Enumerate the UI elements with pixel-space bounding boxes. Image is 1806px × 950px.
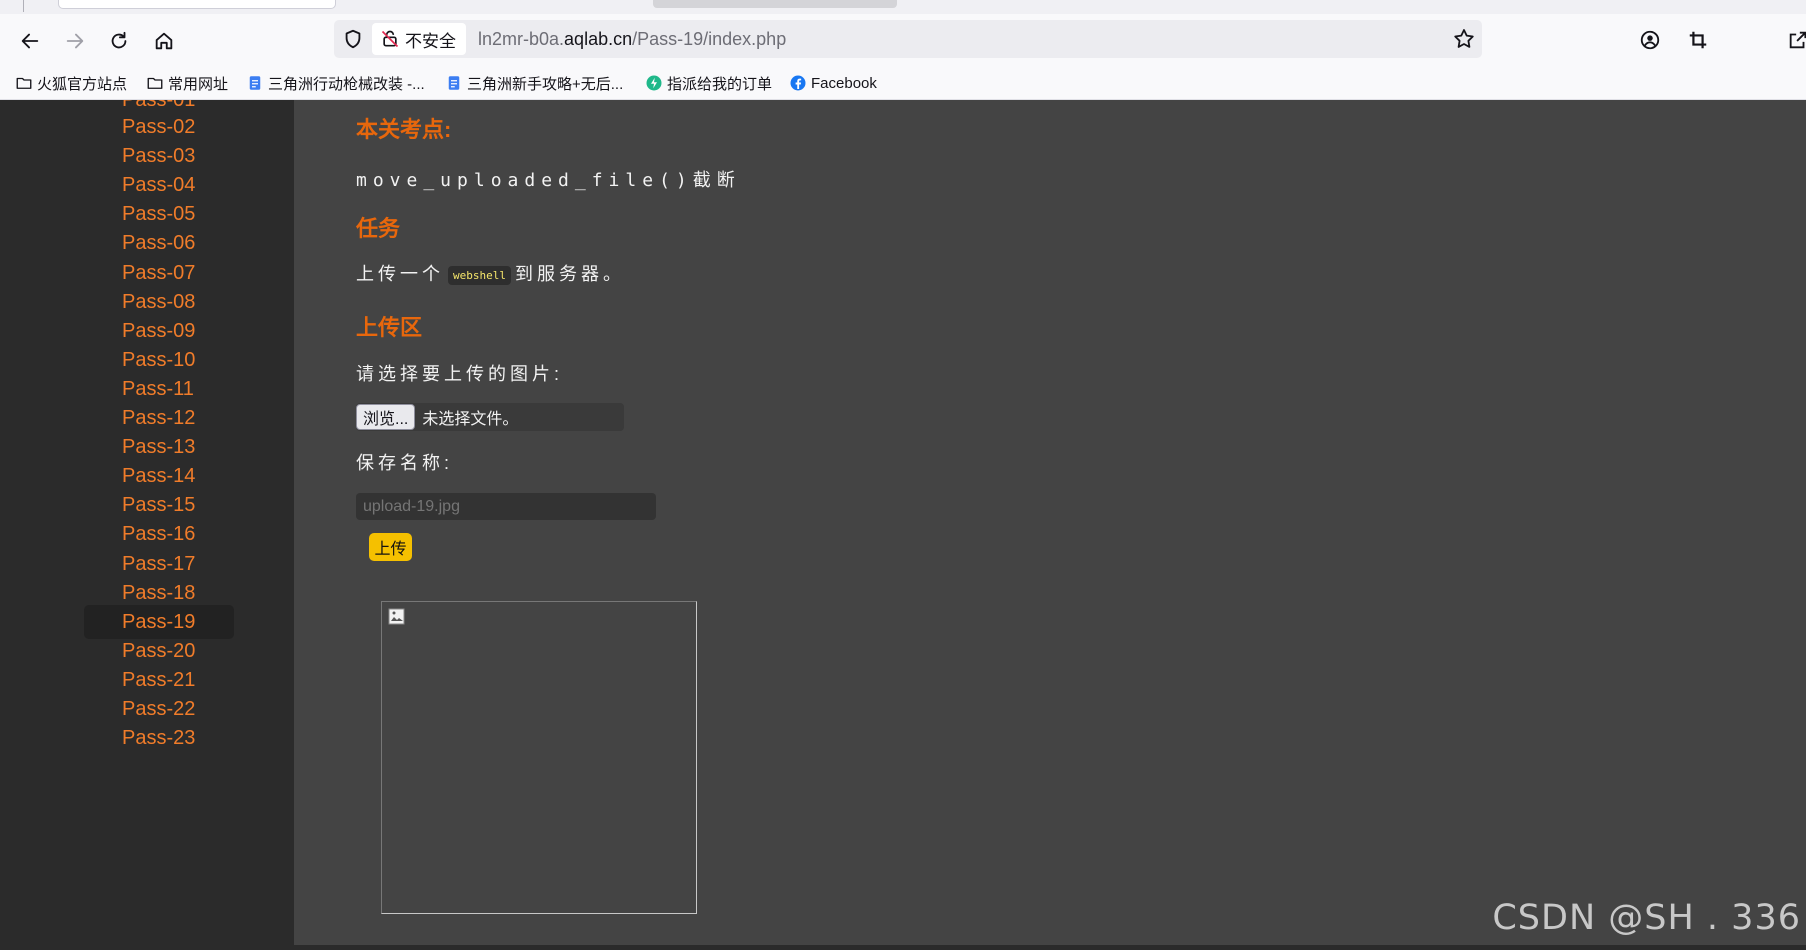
tab-separator — [23, 0, 24, 12]
bookmark-label: 三角洲新手攻略+无后... — [467, 75, 624, 93]
sidebar-item-pass-16[interactable]: Pass-16 — [84, 517, 234, 551]
doc-icon — [448, 76, 460, 90]
upload-heading: 上传区 — [356, 315, 423, 340]
bookmarks-toolbar: 火狐官方站点 常用网址 三角洲行动枪械改装 -... 三角洲新手攻略+无后...… — [0, 66, 1806, 100]
bookmark-delta-force-guide[interactable]: 三角洲新手攻略+无后... — [445, 73, 623, 93]
url-path: /Pass-19/index.php — [632, 29, 787, 49]
arrow-left-icon — [21, 33, 39, 49]
bookmark-assigned-orders[interactable]: 指派给我的订单 — [645, 73, 772, 93]
insecure-label: 不安全 — [405, 31, 456, 51]
url-text[interactable]: ln2mr-b0a.aqlab.cn/Pass-19/index.php — [478, 29, 786, 50]
sidebar-item-pass-06[interactable]: Pass-06 — [84, 226, 234, 260]
upload-button[interactable]: 上传 — [369, 533, 412, 561]
key-point-heading: 本关考点: — [356, 117, 452, 142]
bookmark-label: 指派给我的订单 — [667, 75, 773, 93]
back-button[interactable] — [15, 26, 45, 56]
bookmark-label: 火狐官方站点 — [37, 75, 128, 93]
account-icon — [1640, 30, 1660, 50]
share-button[interactable] — [1784, 26, 1806, 54]
active-tab[interactable] — [58, 0, 336, 9]
broken-image-icon — [388, 608, 405, 625]
task-text: 上传一个 webshell 到服务器。 — [356, 260, 625, 286]
crop-icon — [1689, 31, 1707, 49]
folder-icon — [16, 77, 32, 89]
extensions-button[interactable] — [1684, 26, 1712, 54]
bookmark-facebook[interactable]: Facebook — [789, 73, 877, 93]
arrow-right-icon — [66, 33, 84, 49]
save-name-label: 保存名称: — [356, 453, 454, 473]
select-image-prompt: 请选择要上传的图片: — [356, 364, 564, 384]
file-input[interactable]: 浏览... 未选择文件。 — [356, 403, 624, 431]
web-page: Pass-01 Pass-02Pass-03Pass-04Pass-05Pass… — [0, 100, 1806, 950]
bookmark-label: 常用网址 — [168, 75, 229, 93]
bookmark-label: Facebook — [811, 74, 877, 92]
sidebar-item-pass-23[interactable]: Pass-23 — [84, 721, 234, 755]
folder-icon — [147, 77, 163, 89]
facebook-icon — [790, 75, 806, 91]
webshell-code: webshell — [448, 265, 511, 285]
reload-button[interactable] — [104, 26, 134, 56]
navigation-bar: 不安全 ln2mr-b0a.aqlab.cn/Pass-19/index.php — [0, 14, 1806, 66]
csdn-watermark: CSDN @SH . 336 — [1492, 898, 1801, 938]
broken-lock-icon — [381, 30, 399, 48]
key-point-text: move_uploaded_file()截断 — [356, 170, 741, 191]
share-icon — [1789, 31, 1806, 49]
bookmark-folder-firefox[interactable]: 火狐官方站点 — [15, 73, 127, 93]
file-status: 未选择文件。 — [422, 411, 519, 428]
save-name-input[interactable] — [356, 493, 656, 520]
task-text-after: 到服务器。 — [514, 264, 625, 284]
browse-button[interactable]: 浏览... — [356, 404, 416, 430]
forward-button[interactable] — [60, 26, 90, 56]
reload-icon — [111, 31, 127, 49]
sidebar: Pass-01 Pass-02Pass-03Pass-04Pass-05Pass… — [0, 100, 294, 950]
url-host: aqlab.cn — [564, 29, 633, 49]
bookmark-star-icon[interactable] — [1452, 27, 1476, 51]
bookmark-label: 三角洲行动枪械改装 -... — [268, 75, 425, 93]
address-bar[interactable]: 不安全 ln2mr-b0a.aqlab.cn/Pass-19/index.php — [334, 20, 1482, 58]
task-text-before: 上传一个 — [356, 264, 444, 284]
doc-icon — [249, 76, 261, 90]
inactive-tab[interactable] — [653, 0, 897, 8]
home-icon — [155, 32, 173, 50]
url-subdomain: ln2mr-b0a. — [478, 29, 565, 49]
account-button[interactable] — [1636, 26, 1664, 54]
tab-strip — [0, 0, 1806, 14]
bookmark-delta-force-mods[interactable]: 三角洲行动枪械改装 -... — [246, 73, 425, 93]
bolt-icon — [646, 75, 662, 91]
shield-icon[interactable] — [342, 28, 364, 50]
task-heading: 任务 — [356, 216, 401, 241]
image-preview — [381, 601, 697, 914]
bookmark-folder-common[interactable]: 常用网址 — [146, 73, 228, 93]
insecure-connection-indicator[interactable]: 不安全 — [372, 23, 466, 55]
main-content: 本关考点: move_uploaded_file()截断 任务 上传一个 webs… — [294, 100, 1806, 945]
home-button[interactable] — [149, 26, 179, 56]
